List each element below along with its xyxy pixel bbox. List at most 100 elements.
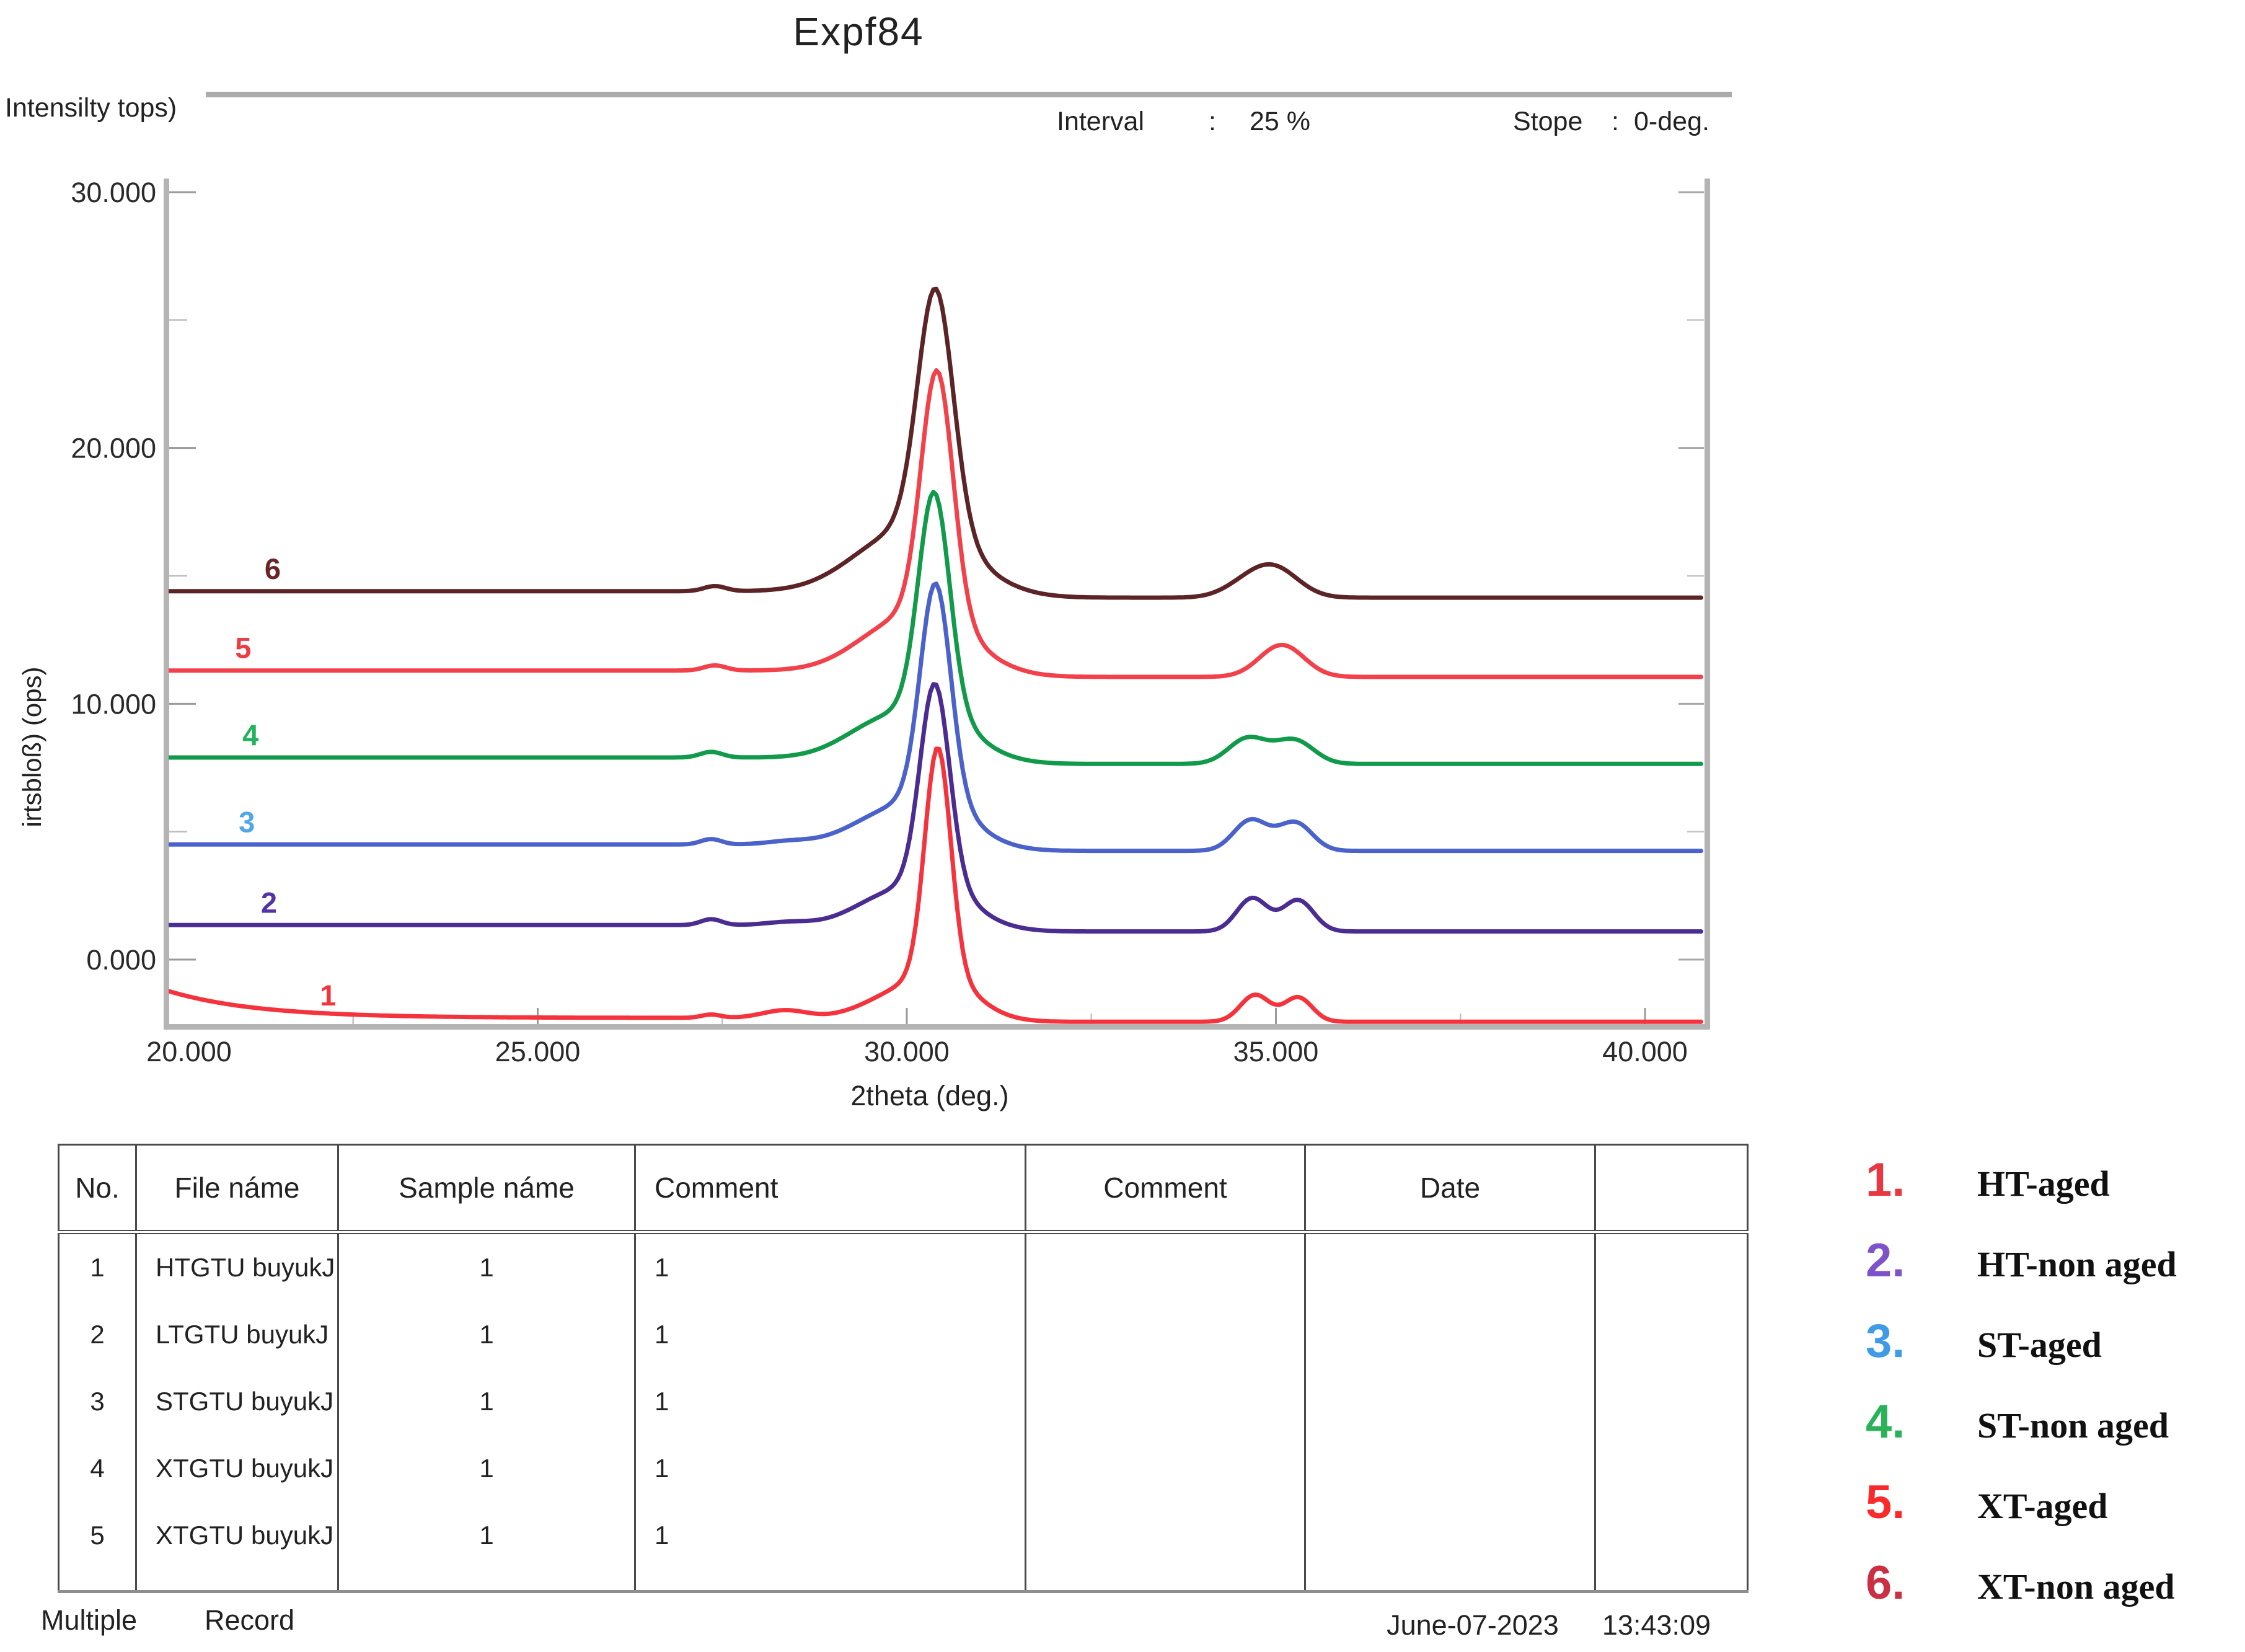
series-legend: 1.HT-aged2.HT-non aged3.ST-aged4.ST-non … bbox=[1866, 1153, 2245, 1637]
table-cell bbox=[1026, 1301, 1305, 1368]
x-tick-label: 35.000 bbox=[1233, 1036, 1319, 1067]
y-axis-title: irtsbloß) (ops) bbox=[17, 623, 47, 871]
footer-time: 13:43:09 bbox=[1602, 1609, 1711, 1641]
table-cell-empty bbox=[1026, 1569, 1305, 1592]
curve-number-label-2: 2 bbox=[261, 886, 277, 919]
table-cell: 2 bbox=[59, 1301, 136, 1368]
x-tick-label: 20.000 bbox=[146, 1036, 232, 1067]
y-tick-label: 10.000 bbox=[71, 688, 156, 720]
col-header-comment2: Comment bbox=[1026, 1145, 1305, 1232]
curve-number-label-3: 3 bbox=[239, 805, 255, 838]
series-path-4 bbox=[169, 492, 1701, 764]
table-cell bbox=[1026, 1435, 1305, 1502]
table-cell-empty bbox=[136, 1569, 338, 1592]
table-cell-empty bbox=[338, 1569, 635, 1592]
table-cell bbox=[1305, 1435, 1595, 1502]
xrd-report: Expf84 Intensilty tops) Interval : 25 % … bbox=[0, 0, 2245, 1652]
table-filler-row bbox=[59, 1569, 1748, 1592]
col-header-no: No. bbox=[59, 1145, 136, 1232]
table-cell: 5 bbox=[59, 1502, 136, 1569]
y-axis-line bbox=[164, 179, 169, 1030]
table-cell: 1 bbox=[338, 1368, 635, 1435]
legend-item-label: XT-aged bbox=[1977, 1485, 2108, 1527]
col-header-samplename: Sample náme bbox=[338, 1145, 635, 1232]
legend-item: 6.XT-non aged bbox=[1866, 1556, 2245, 1637]
series-path-2 bbox=[169, 684, 1701, 932]
table-cell: 1 bbox=[338, 1232, 635, 1302]
legend-item-label: HT-non aged bbox=[1977, 1243, 2177, 1285]
table-cell: XTGTU buyukJ bbox=[136, 1502, 338, 1569]
y-tick-label: 0.000 bbox=[86, 944, 156, 976]
col-header-extra bbox=[1595, 1145, 1748, 1232]
table-cell: 1 bbox=[635, 1232, 1026, 1302]
table-row: 3STGTU buyukJ11 bbox=[59, 1368, 1748, 1435]
table-cell bbox=[1026, 1502, 1305, 1569]
table-cell bbox=[1595, 1435, 1748, 1502]
series-path-1 bbox=[169, 749, 1701, 1022]
legend-item: 4.ST-non aged bbox=[1866, 1395, 2245, 1475]
x-tick-label: 30.000 bbox=[864, 1036, 950, 1067]
legend-item-number: 4. bbox=[1866, 1395, 1977, 1449]
table-cell: 3 bbox=[59, 1368, 136, 1435]
table-cell bbox=[1595, 1301, 1748, 1368]
table-cell: 1 bbox=[338, 1301, 635, 1368]
table-cell bbox=[1595, 1502, 1748, 1569]
curve-number-label-6: 6 bbox=[265, 552, 281, 585]
table-cell bbox=[1305, 1232, 1595, 1302]
legend-item-label: ST-aged bbox=[1977, 1324, 2102, 1366]
table-cell: 1 bbox=[635, 1435, 1026, 1502]
table-cell: STGTU buyukJ bbox=[136, 1368, 338, 1435]
table-cell bbox=[1305, 1368, 1595, 1435]
legend-item-number: 6. bbox=[1866, 1556, 1977, 1610]
legend-item-label: ST-non aged bbox=[1977, 1405, 2169, 1446]
curve-number-label-4: 4 bbox=[242, 718, 258, 751]
table-cell: 1 bbox=[338, 1435, 635, 1502]
x-tick-label: 40.000 bbox=[1602, 1036, 1688, 1067]
x-axis-title: 2theta (deg.) bbox=[806, 1080, 1054, 1112]
table-cell: XTGTU buyukJ bbox=[136, 1435, 338, 1502]
footer-mode-multiple: Multiple bbox=[41, 1604, 137, 1637]
footer-mode-record: Record bbox=[205, 1604, 294, 1637]
legend-item-number: 5. bbox=[1866, 1475, 1977, 1529]
legend-item-number: 1. bbox=[1866, 1153, 1977, 1207]
table-cell bbox=[1305, 1301, 1595, 1368]
table-cell: 1 bbox=[635, 1368, 1026, 1435]
legend-item-number: 3. bbox=[1866, 1314, 1977, 1368]
y-tick-label: 30.000 bbox=[71, 177, 156, 208]
legend-item: 2.HT-non aged bbox=[1866, 1234, 2245, 1314]
col-header-date: Date bbox=[1305, 1145, 1595, 1232]
table-cell bbox=[1305, 1502, 1595, 1569]
file-table-header-row: No. File náme Sample náme Comment Commen… bbox=[59, 1145, 1748, 1232]
series-path-5 bbox=[169, 371, 1701, 678]
table-cell bbox=[1026, 1368, 1305, 1435]
table-cell: 1 bbox=[635, 1502, 1026, 1569]
table-row: 5XTGTU buyukJ11 bbox=[59, 1502, 1748, 1569]
legend-item: 3.ST-aged bbox=[1866, 1314, 2245, 1395]
legend-item-number: 2. bbox=[1866, 1234, 1977, 1288]
series-path-6 bbox=[169, 289, 1701, 598]
col-header-comment1: Comment bbox=[635, 1145, 1026, 1232]
legend-item: 1.HT-aged bbox=[1866, 1153, 2245, 1234]
footer-date: June-07-2023 bbox=[1387, 1609, 1559, 1641]
table-cell: 1 bbox=[635, 1301, 1026, 1368]
table-cell bbox=[1026, 1232, 1305, 1302]
table-row: 4XTGTU buyukJ11 bbox=[59, 1435, 1748, 1502]
table-cell: LTGTU buyukJ bbox=[136, 1301, 338, 1368]
legend-item: 5.XT-aged bbox=[1866, 1475, 2245, 1556]
y-tick-label: 20.000 bbox=[71, 433, 156, 464]
file-table: No. File náme Sample náme Comment Commen… bbox=[58, 1144, 1749, 1593]
x-axis-line bbox=[164, 1024, 1710, 1030]
table-cell-empty bbox=[1305, 1569, 1595, 1592]
table-row: 2LTGTU buyukJ11 bbox=[59, 1301, 1748, 1368]
table-cell: 1 bbox=[59, 1232, 136, 1302]
table-cell: HTGTU buyukJ bbox=[136, 1232, 338, 1302]
table-cell-empty bbox=[635, 1569, 1026, 1592]
curve-number-label-1: 1 bbox=[320, 979, 336, 1012]
curve-number-label-5: 5 bbox=[235, 632, 251, 665]
table-cell-empty bbox=[59, 1569, 136, 1592]
table-cell bbox=[1595, 1368, 1748, 1435]
col-header-filename: File náme bbox=[136, 1145, 338, 1232]
legend-item-label: XT-non aged bbox=[1977, 1566, 2175, 1607]
table-cell bbox=[1595, 1232, 1748, 1302]
table-cell: 1 bbox=[338, 1502, 635, 1569]
